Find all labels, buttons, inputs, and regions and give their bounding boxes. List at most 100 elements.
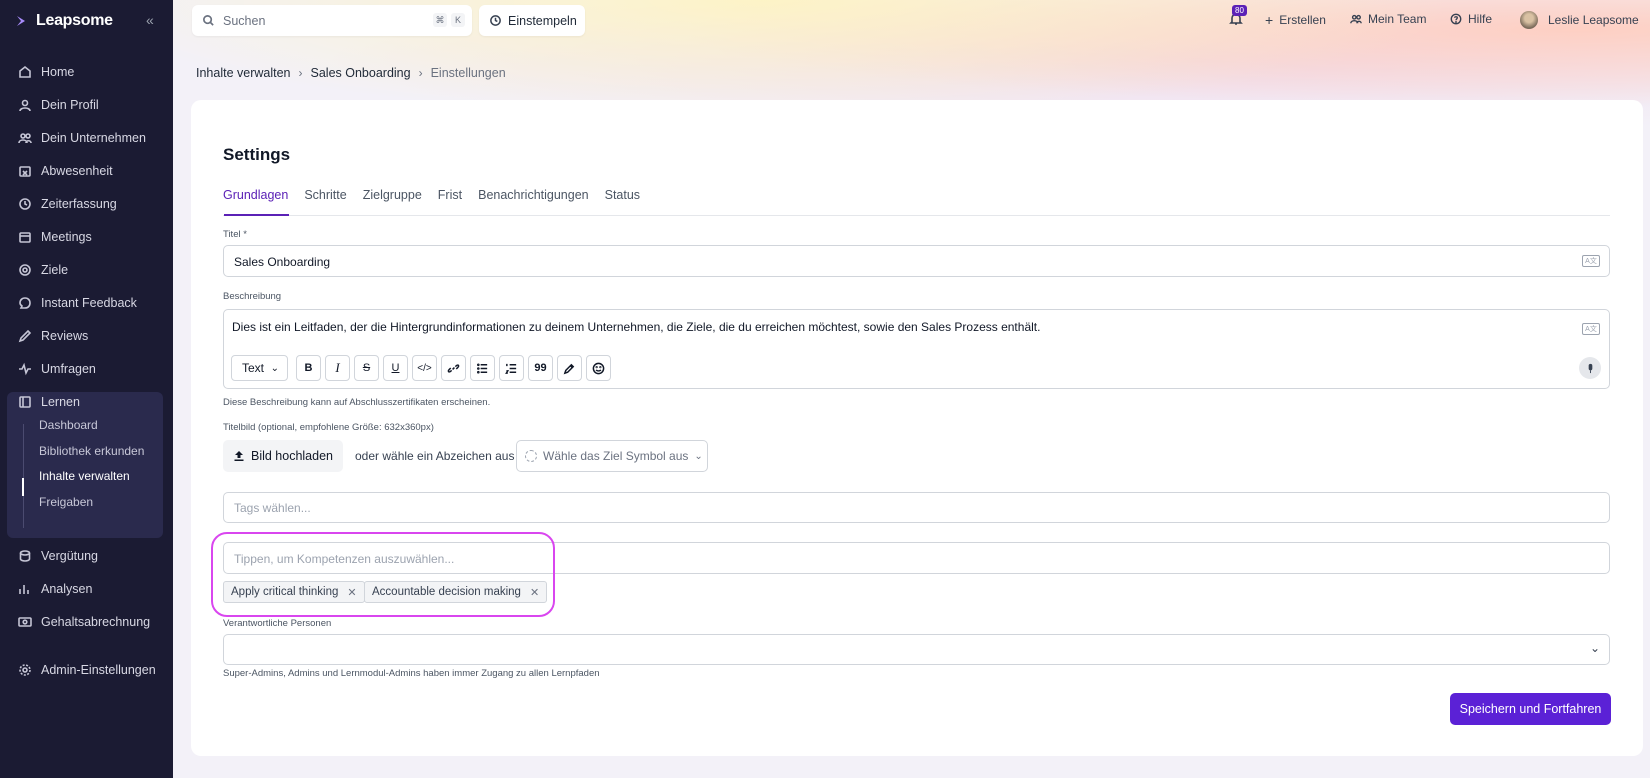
translate-icon[interactable]: A文 [1582, 323, 1600, 335]
upload-image-button[interactable]: Bild hochladen [223, 440, 343, 472]
sidebar-item-instant-feedback[interactable]: Instant Feedback [18, 292, 137, 314]
sidebar-item-label: Meetings [41, 230, 92, 244]
create-button[interactable]: + Erstellen [1265, 12, 1326, 28]
logo[interactable]: Leapsome [16, 12, 113, 30]
sidebar-item-compensation[interactable]: Vergütung [18, 545, 98, 567]
skills-input[interactable]: Tippen, um Kompetenzen auszuwählen... [223, 542, 1610, 574]
sidebar-subitem-library[interactable]: Bibliothek erkunden [39, 442, 144, 460]
bold-button[interactable]: B [296, 355, 321, 381]
sidebar-item-goals[interactable]: Ziele [18, 259, 68, 281]
calendar-icon [18, 230, 32, 244]
link-button[interactable] [441, 355, 466, 381]
help-label: Hilfe [1468, 12, 1493, 26]
tab-deadline[interactable]: Frist [438, 188, 462, 202]
sidebar-item-label: Reviews [41, 329, 89, 343]
code-button[interactable]: </> [412, 355, 437, 381]
remove-chip-icon[interactable]: ✕ [347, 586, 356, 599]
microphone-button[interactable] [1579, 357, 1601, 379]
tab-status[interactable]: Status [605, 188, 640, 202]
numbered-list-button[interactable] [499, 355, 524, 381]
bullet-list-button[interactable] [470, 355, 495, 381]
gear-icon [18, 663, 32, 677]
pen-icon [18, 329, 32, 343]
tab-audience[interactable]: Zielgruppe [363, 188, 422, 202]
skill-chip: Accountable decision making ✕ [364, 581, 548, 603]
help-button[interactable]: Hilfe [1450, 12, 1492, 26]
tags-select[interactable]: Tags wählen... [223, 492, 1610, 523]
code-icon: </> [417, 362, 432, 374]
my-team-button[interactable]: Mein Team [1350, 12, 1426, 26]
sidebar-item-payroll[interactable]: Gehaltsabrechnung [18, 611, 150, 633]
page-title: Settings [223, 145, 291, 164]
sidebar-item-learn[interactable]: Lernen [18, 391, 80, 413]
clock-in-label: Einstempeln [508, 13, 577, 28]
sidebar-item-label: Dein Unternehmen [41, 131, 146, 145]
clock-icon [18, 197, 32, 211]
sidebar-item-reviews[interactable]: Reviews [18, 325, 88, 347]
title-field[interactable]: Sales Onboarding A文 [223, 245, 1610, 277]
sidebar-item-label: Dein Profil [41, 98, 99, 112]
sidebar-item-company[interactable]: Dein Unternehmen [18, 127, 146, 149]
sidebar: Leapsome « Home Dein Profil Dein Unterne… [0, 0, 173, 778]
clock-in-button[interactable]: Einstempeln [479, 5, 585, 36]
sidebar-item-profile[interactable]: Dein Profil [18, 94, 99, 116]
user-name: Leslie Leapsome [1548, 13, 1639, 27]
sidebar-item-label: Abwesenheit [41, 164, 113, 178]
sidebar-item-surveys[interactable]: Umfragen [18, 358, 96, 380]
sidebar-subitem-approvals[interactable]: Freigaben [39, 493, 93, 511]
sidebar-item-time-tracking[interactable]: Zeiterfassung [18, 193, 117, 215]
breadcrumb-current: Einstellungen [430, 66, 506, 80]
text-style-select[interactable]: Text ⌄ [231, 355, 288, 381]
italic-button[interactable]: I [325, 355, 350, 381]
italic-icon: I [335, 360, 340, 375]
highlight-button[interactable] [557, 355, 582, 381]
sidebar-item-label: Admin-Einstellungen [41, 663, 156, 677]
bold-icon: B [304, 362, 313, 374]
emoji-button[interactable] [586, 355, 611, 381]
collapse-sidebar-icon[interactable]: « [146, 12, 154, 28]
chevron-down-icon: ⌄ [694, 450, 703, 462]
sidebar-item-absence[interactable]: Abwesenheit [18, 160, 113, 182]
upload-button-label: Bild hochladen [250, 449, 333, 463]
tags-placeholder: Tags wählen... [234, 501, 311, 515]
responsible-label: Verantwortliche Personen [223, 618, 332, 629]
pulse-icon [18, 362, 32, 376]
tabs-divider [223, 215, 1610, 216]
sidebar-subitem-dashboard[interactable]: Dashboard [39, 416, 98, 434]
tab-notifications[interactable]: Benachrichtigungen [478, 188, 589, 202]
sidebar-item-label: Gehaltsabrechnung [41, 615, 151, 629]
image-label: Titelbild (optional, empfohlene Größe: 6… [223, 422, 434, 433]
dashed-circle-icon [525, 450, 537, 462]
sidebar-item-home[interactable]: Home [18, 61, 74, 83]
goal-symbol-select[interactable]: Wähle das Ziel Symbol aus ⌄ [516, 440, 708, 472]
breadcrumb-item-manage-content[interactable]: Inhalte verwalten [196, 66, 291, 80]
sidebar-subitem-manage-content[interactable]: Inhalte verwalten [39, 467, 130, 485]
sidebar-item-analytics[interactable]: Analysen [18, 578, 92, 600]
remove-chip-icon[interactable]: ✕ [530, 586, 539, 599]
search-placeholder: Suchen [223, 13, 266, 28]
strikethrough-button[interactable]: S [354, 355, 379, 381]
breadcrumb-item-sales-onboarding[interactable]: Sales Onboarding [311, 66, 411, 80]
user-icon [18, 98, 32, 112]
skill-chip-label: Apply critical thinking [231, 586, 339, 598]
subnav-line [23, 424, 24, 528]
tab-basics[interactable]: Grundlagen [223, 188, 288, 202]
sidebar-item-label: Zeiterfassung [41, 197, 117, 211]
quote-button[interactable]: 99 [528, 355, 553, 381]
sidebar-item-admin-settings[interactable]: Admin-Einstellungen [18, 659, 156, 681]
title-label: Titel * [223, 229, 247, 240]
calendar-x-icon [18, 164, 32, 178]
save-and-continue-button[interactable]: Speichern und Fortfahren [1450, 693, 1611, 725]
team-icon [1350, 14, 1362, 24]
translate-icon[interactable]: A文 [1582, 255, 1600, 267]
sidebar-item-label: Instant Feedback [41, 296, 137, 310]
description-hint: Diese Beschreibung kann auf Abschlusszer… [223, 397, 491, 408]
plus-icon: + [1265, 12, 1274, 28]
sidebar-item-meetings[interactable]: Meetings [18, 226, 92, 248]
search-input[interactable]: Suchen ⌘ K [192, 5, 472, 36]
title-value: Sales Onboarding [234, 255, 331, 269]
underline-button[interactable]: U [383, 355, 408, 381]
tab-steps[interactable]: Schritte [304, 188, 346, 202]
user-menu[interactable]: Leslie Leapsome [1520, 11, 1639, 29]
responsible-select[interactable]: ⌄ [223, 634, 1610, 665]
